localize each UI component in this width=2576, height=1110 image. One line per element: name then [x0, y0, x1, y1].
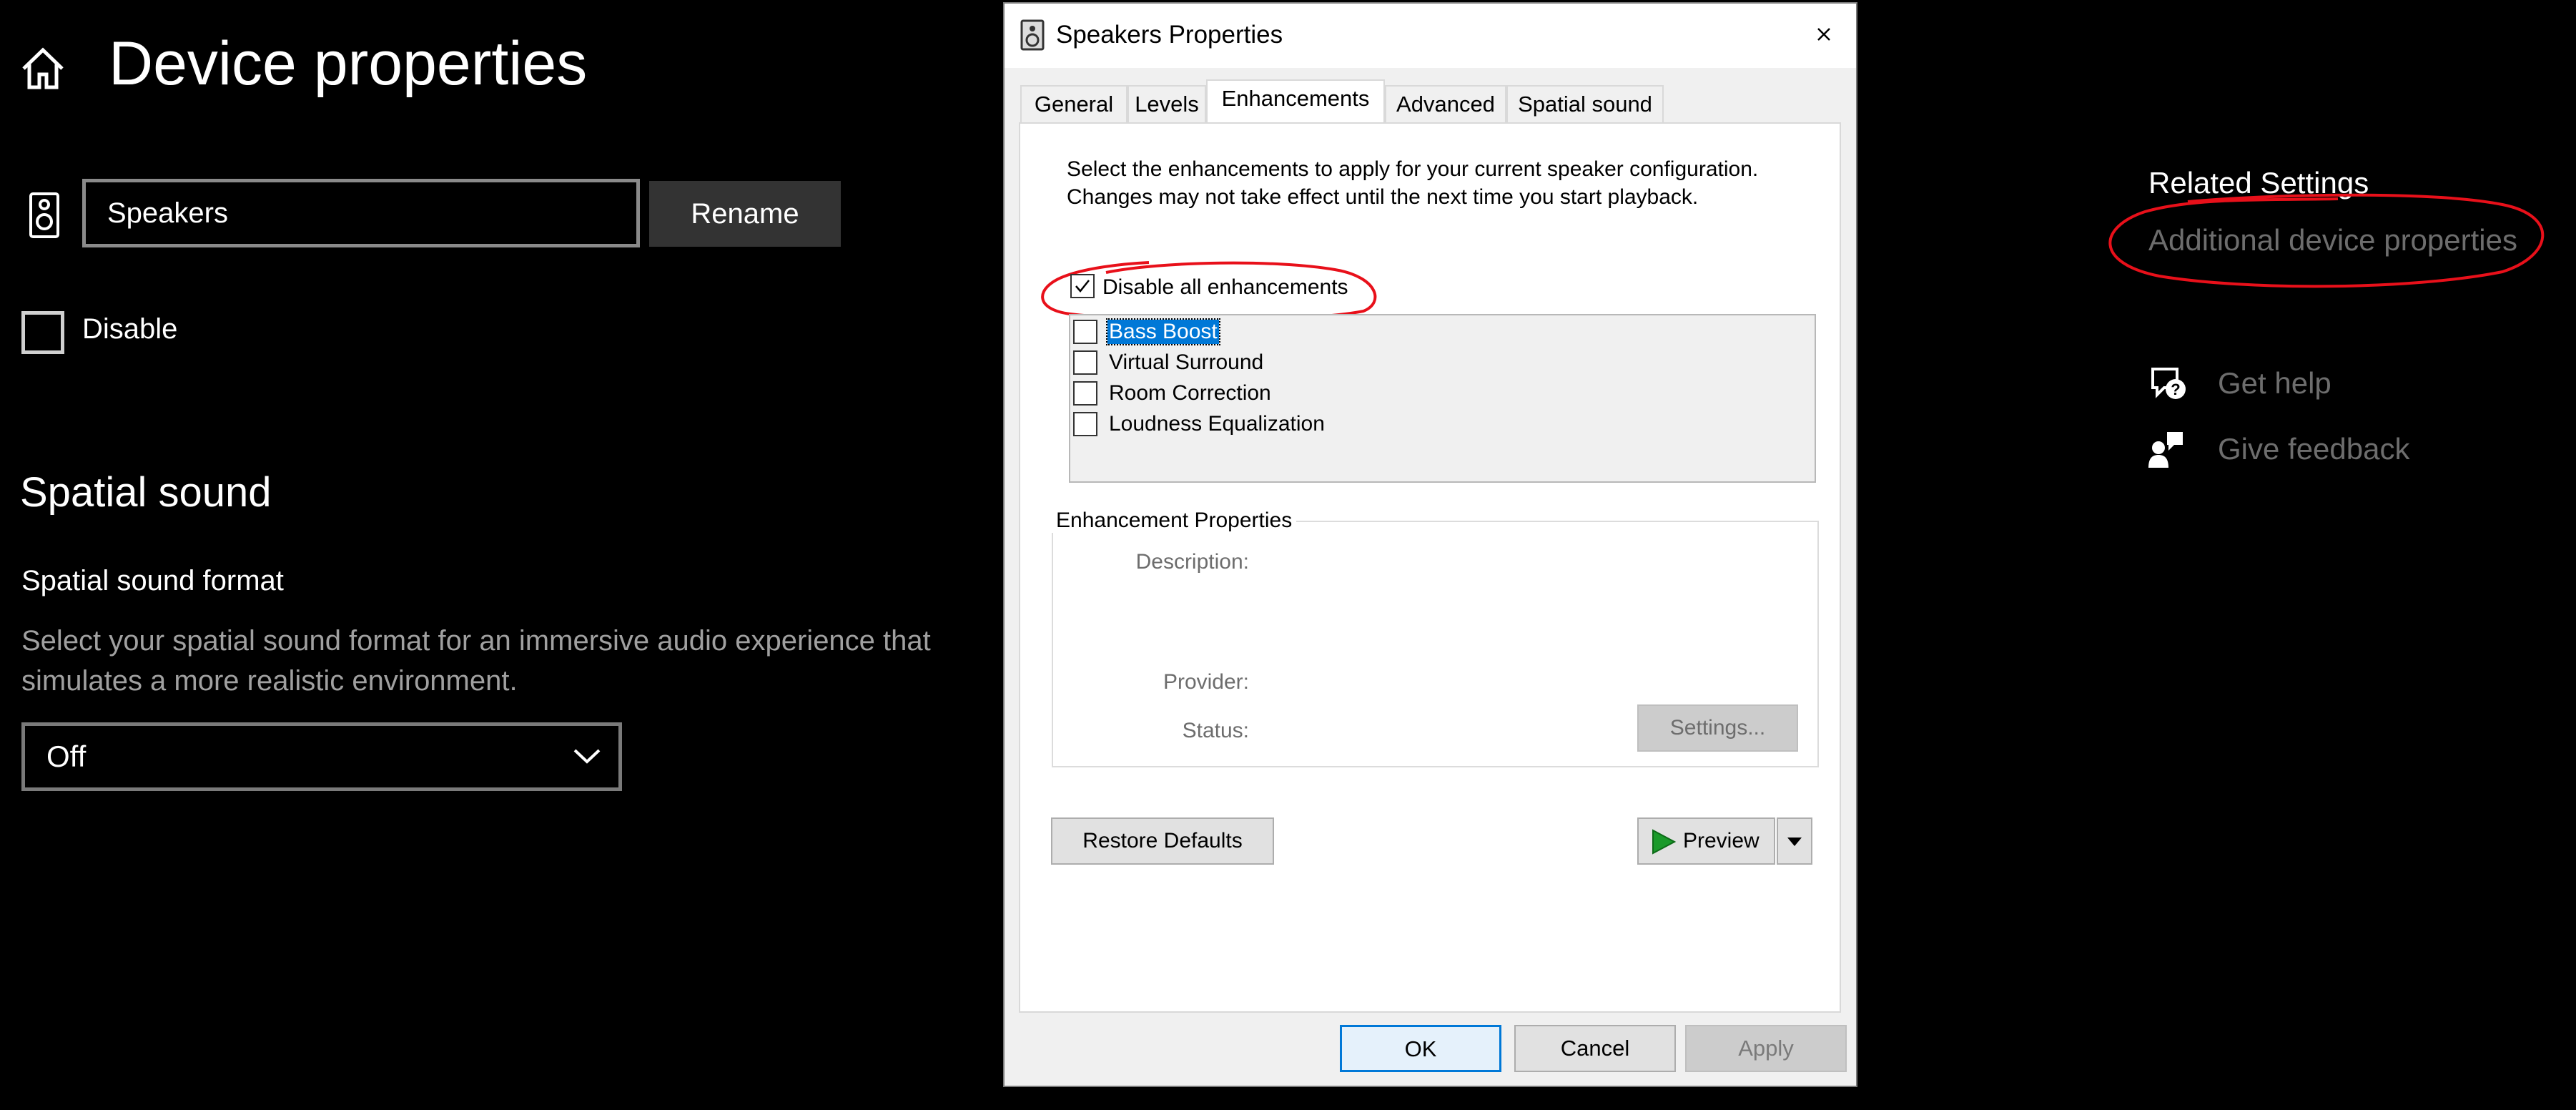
chevron-down-icon — [1787, 838, 1802, 846]
bass-boost-checkbox[interactable] — [1073, 320, 1097, 344]
disable-all-enhancements-label[interactable]: Disable all enhancements — [1102, 275, 1348, 300]
tab-general[interactable]: General — [1020, 85, 1127, 122]
virtual-surround-label[interactable]: Virtual Surround — [1107, 350, 1265, 375]
play-icon — [1652, 829, 1676, 855]
spatial-sound-heading: Spatial sound — [20, 469, 272, 516]
settings-page: Device properties Speakers Rename Disabl… — [0, 0, 1001, 1110]
settings-button[interactable]: Settings... — [1637, 704, 1798, 752]
tab-levels[interactable]: Levels — [1127, 85, 1206, 122]
enhancements-list[interactable]: Bass Boost Virtual Surround Room Correct… — [1069, 314, 1816, 483]
spatial-format-value: Off — [46, 740, 87, 773]
red-annotation-ellipse — [2108, 193, 2545, 288]
speaker-icon — [29, 192, 59, 238]
room-correction-checkbox[interactable] — [1073, 381, 1097, 406]
page-title: Device properties — [109, 29, 588, 98]
tab-spatial-sound[interactable]: Spatial sound — [1506, 85, 1664, 122]
description-label: Description: — [1135, 550, 1249, 574]
title-bar[interactable]: Speakers Properties — [1005, 4, 1856, 68]
checkmark-icon — [1075, 280, 1090, 293]
feedback-icon — [2148, 432, 2183, 468]
chevron-down-icon — [573, 749, 601, 764]
bass-boost-label[interactable]: Bass Boost — [1106, 318, 1220, 345]
spatial-format-label: Spatial sound format — [21, 565, 284, 596]
enhancements-intro: Select the enhancements to apply for you… — [1067, 157, 1759, 209]
tab-enhancements[interactable]: Enhancements — [1206, 79, 1385, 124]
virtual-surround-checkbox[interactable] — [1073, 350, 1097, 375]
spatial-format-dropdown[interactable]: Off — [21, 722, 622, 791]
loudness-equalization-label[interactable]: Loudness Equalization — [1107, 412, 1326, 436]
rename-button[interactable]: Rename — [649, 181, 841, 247]
get-help-link[interactable]: Get help — [2218, 366, 2331, 401]
preview-label: Preview — [1683, 829, 1760, 853]
home-icon[interactable] — [18, 43, 68, 93]
disable-label: Disable — [82, 313, 178, 345]
cancel-button[interactable]: Cancel — [1514, 1025, 1676, 1072]
status-label: Status: — [1182, 719, 1249, 742]
preview-button[interactable]: Preview — [1637, 817, 1775, 865]
tab-advanced[interactable]: Advanced — [1385, 85, 1506, 122]
speaker-icon — [1020, 19, 1045, 51]
room-correction-label[interactable]: Room Correction — [1107, 381, 1273, 406]
device-name-input[interactable]: Speakers — [82, 179, 640, 247]
disable-all-enhancements-checkbox[interactable] — [1070, 274, 1095, 298]
preview-dropdown-button[interactable] — [1777, 817, 1812, 865]
loudness-equalization-checkbox[interactable] — [1073, 412, 1097, 436]
apply-button[interactable]: Apply — [1685, 1025, 1847, 1072]
dialog-title: Speakers Properties — [1056, 21, 1283, 49]
help-icon: ? — [2151, 368, 2186, 399]
ok-button[interactable]: OK — [1340, 1025, 1501, 1072]
provider-label: Provider: — [1163, 670, 1249, 694]
enhancement-properties-heading: Enhancement Properties — [1052, 509, 1297, 533]
svg-text:?: ? — [2171, 380, 2180, 398]
speakers-properties-dialog: Speakers Properties General Levels Enhan… — [1003, 2, 1857, 1087]
disable-checkbox[interactable] — [21, 311, 64, 354]
spatial-format-description: Select your spatial sound format for an … — [21, 625, 931, 697]
give-feedback-link[interactable]: Give feedback — [2218, 432, 2410, 466]
close-icon[interactable] — [1806, 16, 1842, 52]
restore-defaults-button[interactable]: Restore Defaults — [1051, 817, 1274, 865]
enhancements-page: Select the enhancements to apply for you… — [1019, 122, 1841, 1013]
